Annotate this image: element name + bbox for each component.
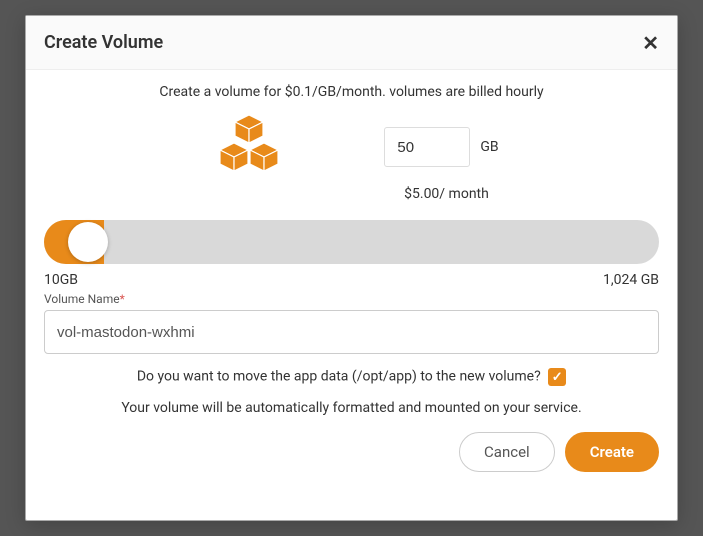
format-info-text: Your volume will be automatically format… [44, 400, 659, 416]
slider-thumb[interactable] [68, 222, 108, 262]
slider-min-label: 10GB [44, 272, 78, 288]
move-data-checkbox[interactable]: ✓ [548, 368, 566, 386]
close-icon[interactable]: ✕ [642, 33, 659, 53]
modal-actions: Cancel Create [44, 432, 659, 472]
size-slider[interactable] [44, 220, 659, 264]
slider-labels: 10GB 1,024 GB [44, 272, 659, 288]
create-volume-modal: Create Volume ✕ Create a volume for $0.1… [25, 15, 678, 521]
size-row: GB [44, 112, 659, 182]
intro-text: Create a volume for $0.1/GB/month. volum… [44, 84, 659, 100]
volume-cubes-icon [204, 112, 294, 182]
modal-header: Create Volume ✕ [26, 16, 677, 70]
volume-name-label: Volume Name* [44, 292, 659, 306]
size-input[interactable] [384, 127, 470, 167]
move-data-row: Do you want to move the app data (/opt/a… [44, 368, 659, 386]
modal-body: Create a volume for $0.1/GB/month. volum… [26, 70, 677, 520]
move-data-prompt: Do you want to move the app data (/opt/a… [137, 369, 541, 385]
size-input-group: GB [384, 127, 498, 167]
create-button[interactable]: Create [565, 432, 659, 472]
size-unit: GB [480, 139, 498, 155]
price-text: $5.00/ month [234, 186, 659, 202]
modal-title: Create Volume [44, 32, 163, 53]
cancel-button[interactable]: Cancel [459, 432, 555, 472]
slider-max-label: 1,024 GB [603, 272, 659, 288]
volume-name-input[interactable] [44, 310, 659, 354]
